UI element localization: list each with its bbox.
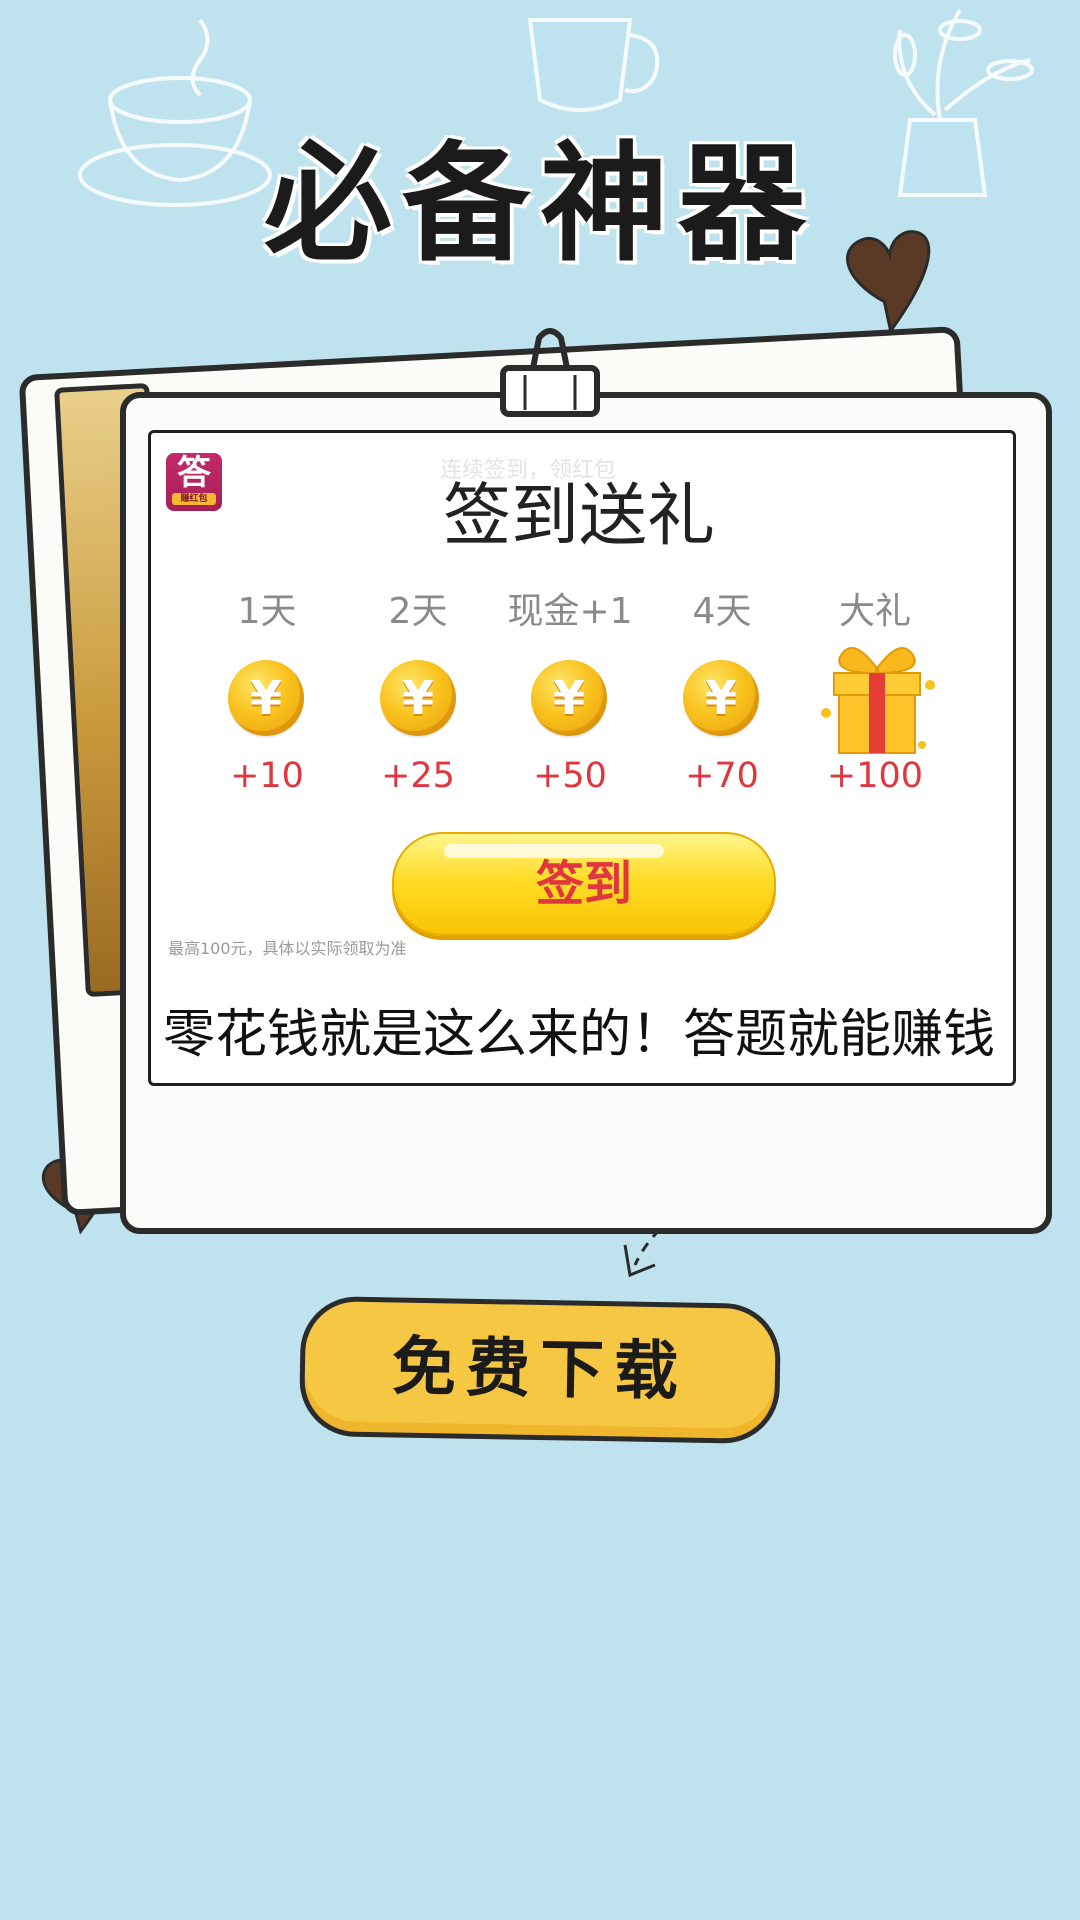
reward-note: 最高100元，具体以实际领取为准 xyxy=(168,939,407,958)
coin-icon: ¥ xyxy=(380,660,456,736)
day-label: 1天 xyxy=(237,591,297,632)
signin-button[interactable]: 签到 xyxy=(392,832,776,936)
tagline: 零花钱就是这么来的！答题就能赚钱 xyxy=(162,1005,995,1065)
coin-icon: ¥ xyxy=(228,660,304,736)
day-label: 4天 xyxy=(692,591,752,632)
gift-icon xyxy=(821,647,935,754)
day-label: 大礼 xyxy=(838,591,911,632)
free-download-button[interactable]: 免费下载 xyxy=(298,1295,782,1445)
mug-doodle xyxy=(527,18,660,112)
coin-icon: ¥ xyxy=(683,660,759,736)
reward-value: +70 xyxy=(685,756,759,796)
reward-value: +50 xyxy=(533,756,607,796)
reward-value: +25 xyxy=(381,756,455,796)
reward-value: +10 xyxy=(230,756,304,796)
coin-icon: ¥ xyxy=(531,660,607,736)
arrow-head-doodle xyxy=(623,1244,656,1278)
headline-title: 必备神器 xyxy=(263,130,816,279)
day-label: 现金+1 xyxy=(507,591,633,632)
day-label: 2天 xyxy=(388,591,448,632)
card-title: 签到送礼 xyxy=(442,477,715,556)
reward-value: +100 xyxy=(826,756,924,796)
binder-clip-icon xyxy=(500,328,600,417)
